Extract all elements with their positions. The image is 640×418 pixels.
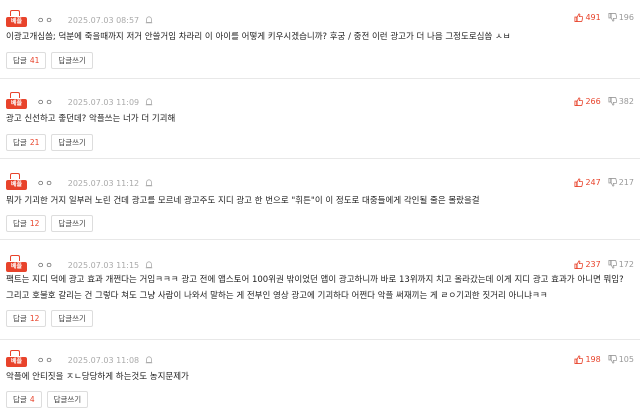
best-badge: 베플	[6, 9, 27, 27]
comment-text: 이광고개심씀; 덕분에 죽을때까지 저거 안쓸거임 차라리 이 아이를 어떻게 …	[6, 32, 511, 42]
best-badge: 베플	[6, 254, 27, 272]
upvote-count: 247	[585, 178, 601, 187]
comment-text: 악플에 안티짓을 ㅈㄴ당당하게 하는것도 농지문제가	[6, 372, 189, 382]
report-icon[interactable]	[145, 261, 153, 269]
downvote-count: 172	[618, 260, 634, 269]
downvote-button[interactable]: 382	[608, 97, 634, 106]
downvote-button[interactable]: 196	[608, 13, 634, 22]
downvote-count: 196	[618, 13, 634, 22]
comment-item: 베플 ㅇㅇ 2025.07.03 08:57 491 196 이광고개심씀; 덕…	[0, 0, 640, 79]
report-icon[interactable]	[145, 98, 153, 106]
reply-label: 답글	[13, 138, 27, 147]
reply-count: 12	[29, 219, 40, 228]
upvote-button[interactable]: 237	[574, 260, 601, 269]
nickname[interactable]: ㅇㅇ	[37, 260, 54, 271]
downvote-count: 105	[618, 355, 634, 364]
thumbs-down-icon	[608, 355, 617, 364]
comment-text: 팩트는 지디 덕에 광고 효과 개쩐다는 거임ㅋㅋㅋ 광고 전에 앱스토어 10…	[6, 275, 624, 301]
upvote-count: 237	[585, 260, 601, 269]
write-reply-button[interactable]: 답글쓰기	[51, 134, 93, 151]
comment-item: 베플 ㅇㅇ 2025.07.03 11:12 247 217 뭐가 기괴한 거지…	[0, 159, 640, 240]
report-icon[interactable]	[145, 16, 153, 24]
comment-meta: 베플 ㅇㅇ 2025.07.03 11:09	[6, 91, 153, 110]
upvote-button[interactable]: 266	[574, 97, 601, 106]
reply-count: 12	[29, 314, 40, 323]
comment-item: 베플 ㅇㅇ 2025.07.03 11:09 266 382 광고 신선하고 좋…	[0, 79, 640, 159]
write-reply-button[interactable]: 답글쓰기	[51, 215, 93, 232]
comment-text: 광고 신선하고 좋던데? 악플쓰는 너가 더 기괴해	[6, 114, 176, 124]
reply-label: 답글	[13, 219, 27, 228]
reply-label: 답글	[13, 56, 27, 65]
thumbs-up-icon	[574, 355, 584, 364]
thumbs-up-icon	[574, 178, 584, 187]
reply-list-button[interactable]: 답글 12	[6, 215, 47, 232]
reply-list-button[interactable]: 답글 4	[6, 391, 42, 408]
comment-date: 2025.07.03 11:08	[67, 355, 140, 365]
upvote-count: 198	[585, 355, 601, 364]
write-reply-button[interactable]: 답글쓰기	[46, 391, 89, 408]
comment-item: 베플 ㅇㅇ 2025.07.03 11:08 198 105 악플에 안티짓을 …	[0, 340, 640, 418]
best-badge: 베플	[6, 349, 27, 367]
comment-date: 2025.07.03 11:15	[67, 260, 140, 270]
comment-text: 뭐가 기괴한 거지 일부러 노린 건데 광고를 모르네 광고주도 지디 광고 한…	[6, 196, 480, 206]
comment-date: 2025.07.03 11:12	[67, 178, 140, 188]
report-icon[interactable]	[145, 179, 153, 187]
write-reply-button[interactable]: 답글쓰기	[51, 310, 93, 327]
thumbs-down-icon	[608, 178, 617, 187]
thumbs-up-icon	[574, 13, 584, 22]
reply-label: 답글	[13, 395, 27, 404]
thumbs-up-icon	[574, 260, 584, 269]
reply-count: 4	[29, 395, 35, 404]
comment-item: 베플 ㅇㅇ 2025.07.03 11:15 237 172 팩트는 지디 덕에…	[0, 240, 640, 340]
comment-meta: 베플 ㅇㅇ 2025.07.03 11:12	[6, 172, 153, 191]
downvote-button[interactable]: 105	[608, 355, 634, 364]
comment-meta: 베플 ㅇㅇ 2025.07.03 11:08	[6, 349, 153, 368]
thumbs-down-icon	[608, 13, 617, 22]
write-reply-button[interactable]: 답글쓰기	[51, 52, 93, 69]
report-icon[interactable]	[145, 356, 153, 364]
nickname[interactable]: ㅇㅇ	[37, 178, 54, 189]
downvote-button[interactable]: 217	[608, 178, 634, 187]
thumbs-up-icon	[574, 97, 584, 106]
nickname[interactable]: ㅇㅇ	[37, 97, 54, 108]
reply-label: 답글	[13, 314, 27, 323]
reply-list-button[interactable]: 답글 12	[6, 310, 47, 327]
best-badge: 베플	[6, 172, 27, 190]
reply-list-button[interactable]: 답글 41	[6, 52, 47, 69]
comment-meta: 베플 ㅇㅇ 2025.07.03 08:57	[6, 9, 153, 28]
reply-list-button[interactable]: 답글 21	[6, 134, 47, 151]
reply-count: 21	[29, 138, 40, 147]
upvote-count: 491	[585, 13, 601, 22]
thumbs-down-icon	[608, 260, 617, 269]
comment-meta: 베플 ㅇㅇ 2025.07.03 11:15	[6, 254, 153, 273]
best-badge: 베플	[6, 91, 27, 109]
upvote-button[interactable]: 198	[574, 355, 601, 364]
reply-count: 41	[29, 56, 40, 65]
downvote-button[interactable]: 172	[608, 260, 634, 269]
upvote-button[interactable]: 247	[574, 178, 601, 187]
comment-date: 2025.07.03 08:57	[67, 15, 140, 25]
thumbs-down-icon	[608, 97, 617, 106]
comment-date: 2025.07.03 11:09	[67, 97, 140, 107]
upvote-count: 266	[585, 97, 601, 106]
nickname[interactable]: ㅇㅇ	[37, 15, 54, 26]
nickname[interactable]: ㅇㅇ	[37, 355, 54, 366]
upvote-button[interactable]: 491	[574, 13, 601, 22]
downvote-count: 217	[618, 178, 634, 187]
downvote-count: 382	[618, 97, 634, 106]
